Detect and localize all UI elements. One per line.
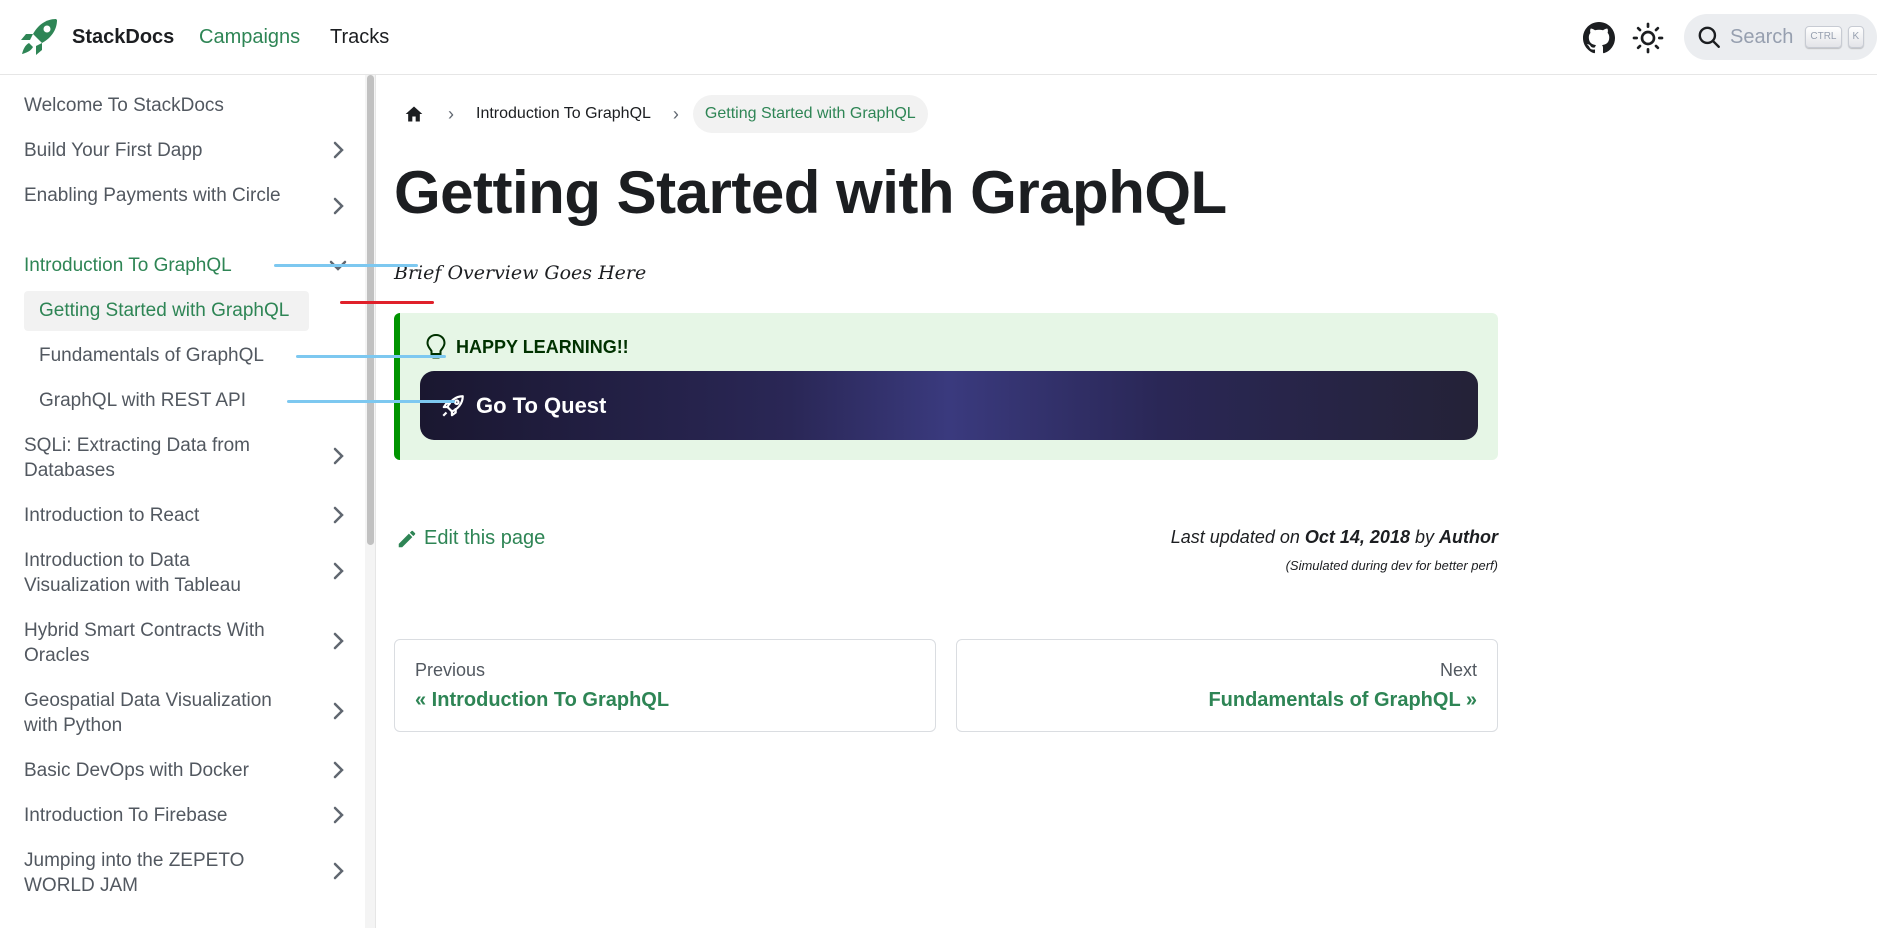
kbd-k: K (1847, 26, 1865, 48)
chevron-right-icon[interactable] (326, 859, 350, 883)
last-updated: Last updated on Oct 14, 2018 by Author (1100, 527, 1498, 548)
pencil-icon (398, 530, 416, 547)
nav-link-tracks[interactable]: Tracks (330, 26, 389, 49)
chevron-right-icon[interactable] (326, 559, 350, 583)
annotation-line (296, 355, 446, 358)
chevron-right-icon[interactable] (326, 803, 350, 827)
sidebar-item-welcome[interactable]: Welcome To StackDocs (24, 93, 357, 118)
tip-admonition: HAPPY LEARNING!! Go To Quest (394, 313, 1498, 460)
rocket-logo-icon (21, 19, 57, 55)
annotation-line (287, 400, 455, 403)
pagination-next-label: Fundamentals of GraphQL » (1208, 689, 1477, 711)
sidebar-item-docker[interactable]: Basic DevOps with Docker (24, 758, 357, 783)
go-to-quest-button[interactable]: Go To Quest (420, 371, 1478, 440)
search-placeholder: Search (1730, 25, 1794, 48)
chevron-right-icon[interactable] (326, 758, 350, 782)
sidebar-item-circle-payments[interactable]: Enabling Payments with Circle (24, 183, 294, 208)
chevron-right-icon[interactable] (326, 194, 350, 218)
pagination-previous-label: « Introduction To GraphQL (415, 689, 670, 711)
search-button[interactable]: Search CTRL K (1684, 14, 1877, 60)
pagination-next[interactable]: Next Fundamentals of GraphQL » (956, 639, 1498, 732)
rocket-icon (442, 394, 464, 417)
chevron-right-icon[interactable] (326, 503, 350, 527)
annotation-line (340, 301, 434, 304)
admonition-heading: HAPPY LEARNING!! (424, 333, 629, 361)
annotation-line (274, 264, 418, 267)
edit-page-link[interactable]: Edit this page (396, 527, 545, 550)
breadcrumb-current: Getting Started with GraphQL (692, 95, 928, 133)
breadcrumb-home[interactable] (394, 94, 434, 134)
sidebar-item-build-dapp[interactable]: Build Your First Dapp (24, 138, 357, 163)
last-updated-prefix: Last updated on (1170, 527, 1300, 547)
last-updated-author: Author (1439, 527, 1498, 547)
brand-name: StackDocs (72, 25, 175, 48)
nav-link-campaigns[interactable]: Campaigns (199, 26, 300, 49)
page-title: Getting Started with GraphQL (394, 159, 1227, 226)
pagination-previous-sublabel: Previous (415, 660, 486, 680)
sidebar: Welcome To StackDocs Build Your First Da… (0, 75, 376, 928)
pagination-previous[interactable]: Previous « Introduction To GraphQL (394, 639, 936, 732)
sidebar-item-zepeto[interactable]: Jumping into the ZEPETO WORLD JAM (24, 848, 294, 898)
sidebar-item-tableau[interactable]: Introduction to Data Visualization with … (24, 548, 294, 598)
sidebar-item-sqli[interactable]: SQLi: Extracting Data from Databases (24, 433, 294, 483)
last-updated-by: by (1414, 527, 1434, 547)
sidebar-item-react[interactable]: Introduction to React (24, 503, 357, 528)
sidebar-item-geospatial[interactable]: Geospatial Data Visualization with Pytho… (24, 688, 294, 738)
sidebar-item-oracles[interactable]: Hybrid Smart Contracts With Oracles (24, 618, 294, 668)
edit-page-label: Edit this page (424, 527, 546, 549)
breadcrumb-separator-icon: › (672, 103, 679, 124)
page-subtitle: Brief Overview Goes Here (394, 262, 647, 284)
home-icon (405, 106, 423, 122)
sidebar-subitem-getting-started[interactable]: Getting Started with GraphQL (24, 291, 309, 331)
github-icon[interactable] (1583, 22, 1615, 54)
chevron-right-icon[interactable] (326, 629, 350, 653)
search-icon (1698, 26, 1720, 48)
chevron-right-icon[interactable] (326, 444, 350, 468)
sidebar-item-firebase[interactable]: Introduction To Firebase (24, 803, 357, 828)
sidebar-subitem-fundamentals[interactable]: Fundamentals of GraphQL (24, 336, 309, 376)
admonition-title: HAPPY LEARNING!! (456, 336, 629, 357)
breadcrumb-separator-icon: › (448, 103, 454, 124)
breadcrumb-link[interactable]: Introduction To GraphQL (468, 105, 659, 123)
kbd-ctrl: CTRL (1805, 26, 1842, 48)
brand-link[interactable]: StackDocs (18, 16, 174, 58)
breadcrumb: › Introduction To GraphQL › Getting Star… (394, 94, 928, 134)
sidebar-subitem-rest-api[interactable]: GraphQL with REST API (24, 381, 309, 421)
chevron-right-icon[interactable] (326, 138, 350, 162)
last-updated-date: Oct 14, 2018 (1304, 527, 1410, 547)
navbar: StackDocs Campaigns Tracks Search CTRL K (0, 0, 1877, 75)
quest-button-label: Go To Quest (476, 392, 607, 418)
last-updated-note: (Simulated during dev for better perf) (1285, 558, 1498, 573)
sun-icon[interactable] (1632, 22, 1664, 54)
pagination-next-sublabel: Next (1439, 660, 1477, 680)
chevron-right-icon[interactable] (326, 699, 350, 723)
sidebar-scrollbar-thumb[interactable] (367, 75, 374, 545)
